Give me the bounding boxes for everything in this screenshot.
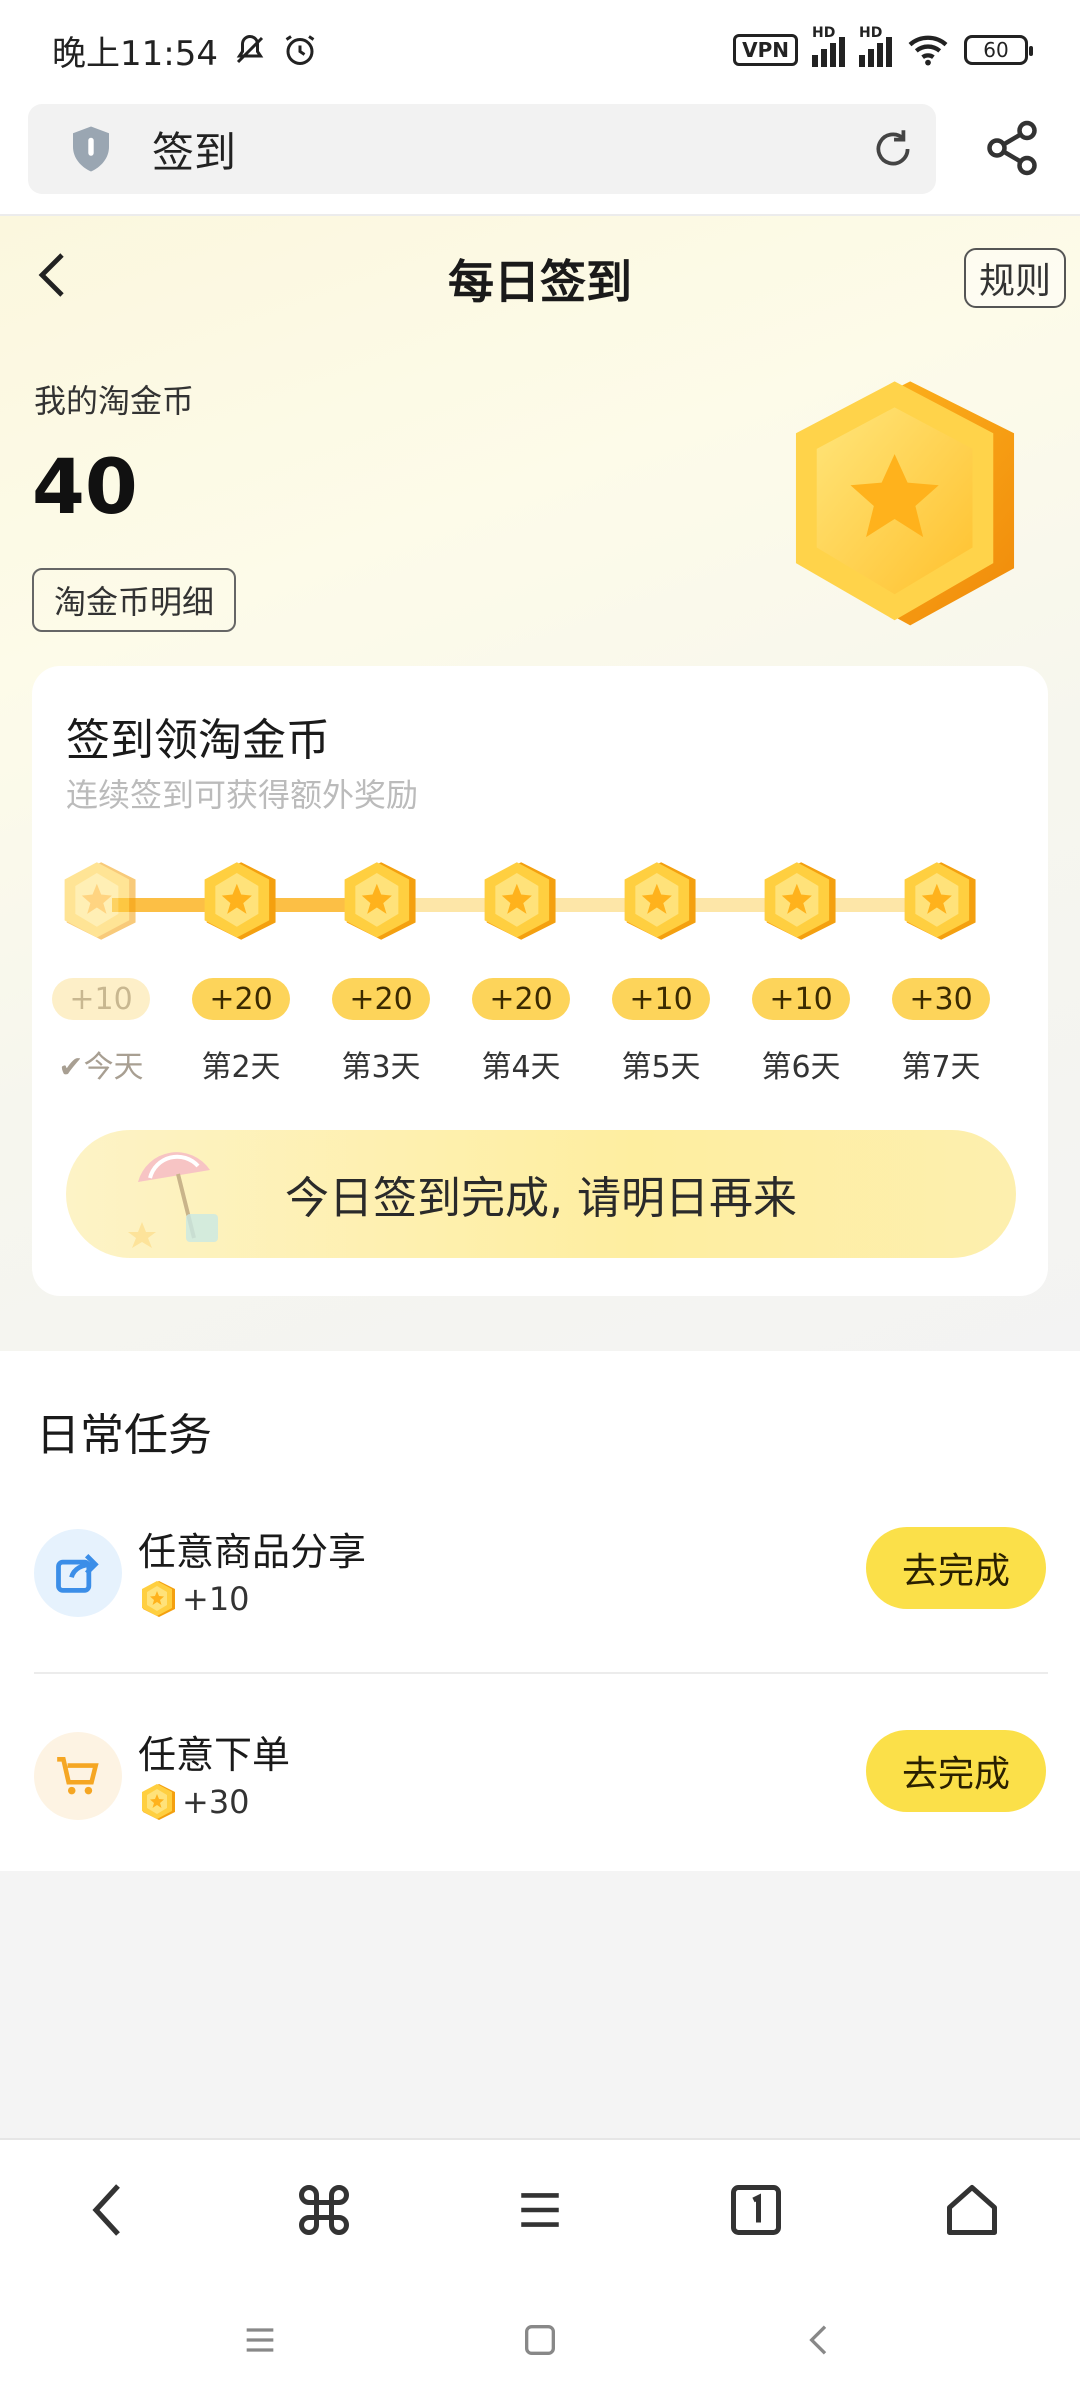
task-share-complete-button[interactable]: 去完成 (866, 1527, 1046, 1609)
task-row-share: 任意商品分享 +10 去完成 (0, 1519, 1080, 1679)
task-row-order: 任意下单 +30 去完成 (0, 1722, 1080, 1882)
signin-card-subtitle: 连续签到可获得额外奖励 (66, 776, 419, 814)
task-order-reward: +30 (138, 1782, 250, 1822)
coins-value: 40 (32, 442, 138, 531)
toolbar-home-button[interactable] (940, 2178, 1004, 2242)
day-1-label: ✔今天 (46, 1042, 156, 1086)
signin-done-text: 今日签到完成, 请明日再来 (285, 1173, 797, 1224)
status-bar: 晚上11:54 VPN HD HD 60 (0, 0, 1080, 100)
day-4-coin-icon (476, 858, 562, 944)
day-7-coin-icon (896, 858, 982, 944)
share-icon (56, 1553, 99, 1593)
day-3-label: 第3天 (341, 1050, 421, 1085)
task-share-name: 任意商品分享 (138, 1530, 367, 1574)
daily-tasks-section: 日常任务 任意商品分享 +10 去完成 任意下单 +30 去完成 (0, 1351, 1080, 1871)
day-3-coin-icon (336, 858, 422, 944)
toolbar-back-button[interactable] (76, 2178, 140, 2242)
home-square-icon[interactable] (520, 2320, 560, 2360)
shield-icon (73, 126, 109, 172)
toolbar-tabs-button[interactable] (724, 2178, 788, 2242)
tabs-icon (731, 2185, 781, 2235)
day-2-label: 第2天 (201, 1050, 281, 1085)
day-6-reward: +10 (752, 978, 850, 1020)
signal-icon: HD (812, 25, 845, 67)
back-chevron-icon[interactable] (800, 2320, 840, 2360)
page-title-in-address: 签到 (152, 127, 237, 177)
status-right: VPN HD HD 60 (733, 25, 1033, 68)
hero-section: 每日签到 规则 我的淘金币 40 淘金币明细 签到领淘金币 连续签到可获得额外奖… (0, 216, 1080, 1351)
system-nav-bar (0, 2280, 1080, 2400)
task-share-reward: +10 (138, 1579, 250, 1619)
menu-icon (521, 2193, 559, 2227)
page-title: 每日签到 (448, 255, 632, 309)
signin-card-title: 签到领淘金币 (66, 715, 330, 766)
refresh-icon[interactable] (868, 124, 918, 174)
rules-button[interactable]: 规则 (964, 248, 1066, 308)
task-order-reward-text: +30 (182, 1783, 250, 1821)
coin-detail-button[interactable]: 淘金币明细 (32, 568, 236, 632)
day-4-reward: +20 (472, 978, 570, 1020)
task-share-reward-text: +10 (182, 1580, 250, 1618)
toolbar-menu-button[interactable] (508, 2178, 572, 2242)
coin-icon (138, 1782, 178, 1822)
signin-card: 签到领淘金币 连续签到可获得额外奖励 +10 +20 +20 +20 +10 +… (32, 666, 1048, 1296)
battery-icon: 60 (964, 35, 1033, 65)
day-1-label-text: 今天 (83, 1050, 144, 1085)
status-left: 晚上11:54 (52, 26, 318, 75)
day-5-label: 第5天 (621, 1050, 701, 1085)
back-icon (92, 2184, 120, 2236)
recents-icon[interactable] (240, 2320, 280, 2360)
home-icon (947, 2185, 997, 2235)
day-6-coin-icon (756, 858, 842, 944)
task-divider (34, 1672, 1048, 1674)
wifi-icon (908, 35, 948, 66)
day-6-label: 第6天 (761, 1050, 841, 1085)
day-5-reward: +10 (612, 978, 710, 1020)
coin-icon (138, 1579, 178, 1619)
alarm-icon (285, 35, 315, 65)
day-1-reward: +10 (52, 978, 150, 1020)
day-3-reward: +20 (332, 978, 430, 1020)
day-7-reward: +30 (892, 978, 990, 1020)
cart-icon (57, 1757, 99, 1795)
command-icon (299, 2185, 349, 2235)
vpn-badge: VPN (733, 34, 798, 66)
day-5-coin-icon (616, 858, 702, 944)
day-7-label: 第7天 (901, 1050, 981, 1085)
task-order-name: 任意下单 (138, 1733, 291, 1777)
gold-coin-icon (795, 381, 1015, 626)
day-4-label: 第4天 (481, 1050, 561, 1085)
signin-done-banner: 今日签到完成, 请明日再来 (66, 1130, 1016, 1258)
toolbar-command-button[interactable] (292, 2178, 356, 2242)
task-share-icon-wrap (34, 1529, 122, 1617)
task-order-icon-wrap (34, 1732, 122, 1820)
coins-label: 我的淘金币 (34, 382, 195, 420)
daily-tasks-title: 日常任务 (36, 1410, 212, 1461)
share-icon[interactable] (982, 118, 1042, 178)
status-time: 晚上11:54 (52, 33, 218, 74)
day-2-coin-icon (196, 858, 282, 944)
day-2-reward: +20 (192, 978, 290, 1020)
task-order-complete-button[interactable]: 去完成 (866, 1730, 1046, 1812)
checkmark-icon: ✔ (58, 1050, 84, 1085)
address-bar[interactable]: 签到 (28, 104, 936, 194)
browser-toolbar (0, 2138, 1080, 2280)
signal-icon-2: HD (859, 25, 892, 67)
day-1-coin-icon (56, 858, 142, 944)
mute-bell-icon (236, 34, 264, 64)
browser-address-area: 签到 (0, 100, 1080, 216)
beach-umbrella-icon (128, 1152, 218, 1248)
